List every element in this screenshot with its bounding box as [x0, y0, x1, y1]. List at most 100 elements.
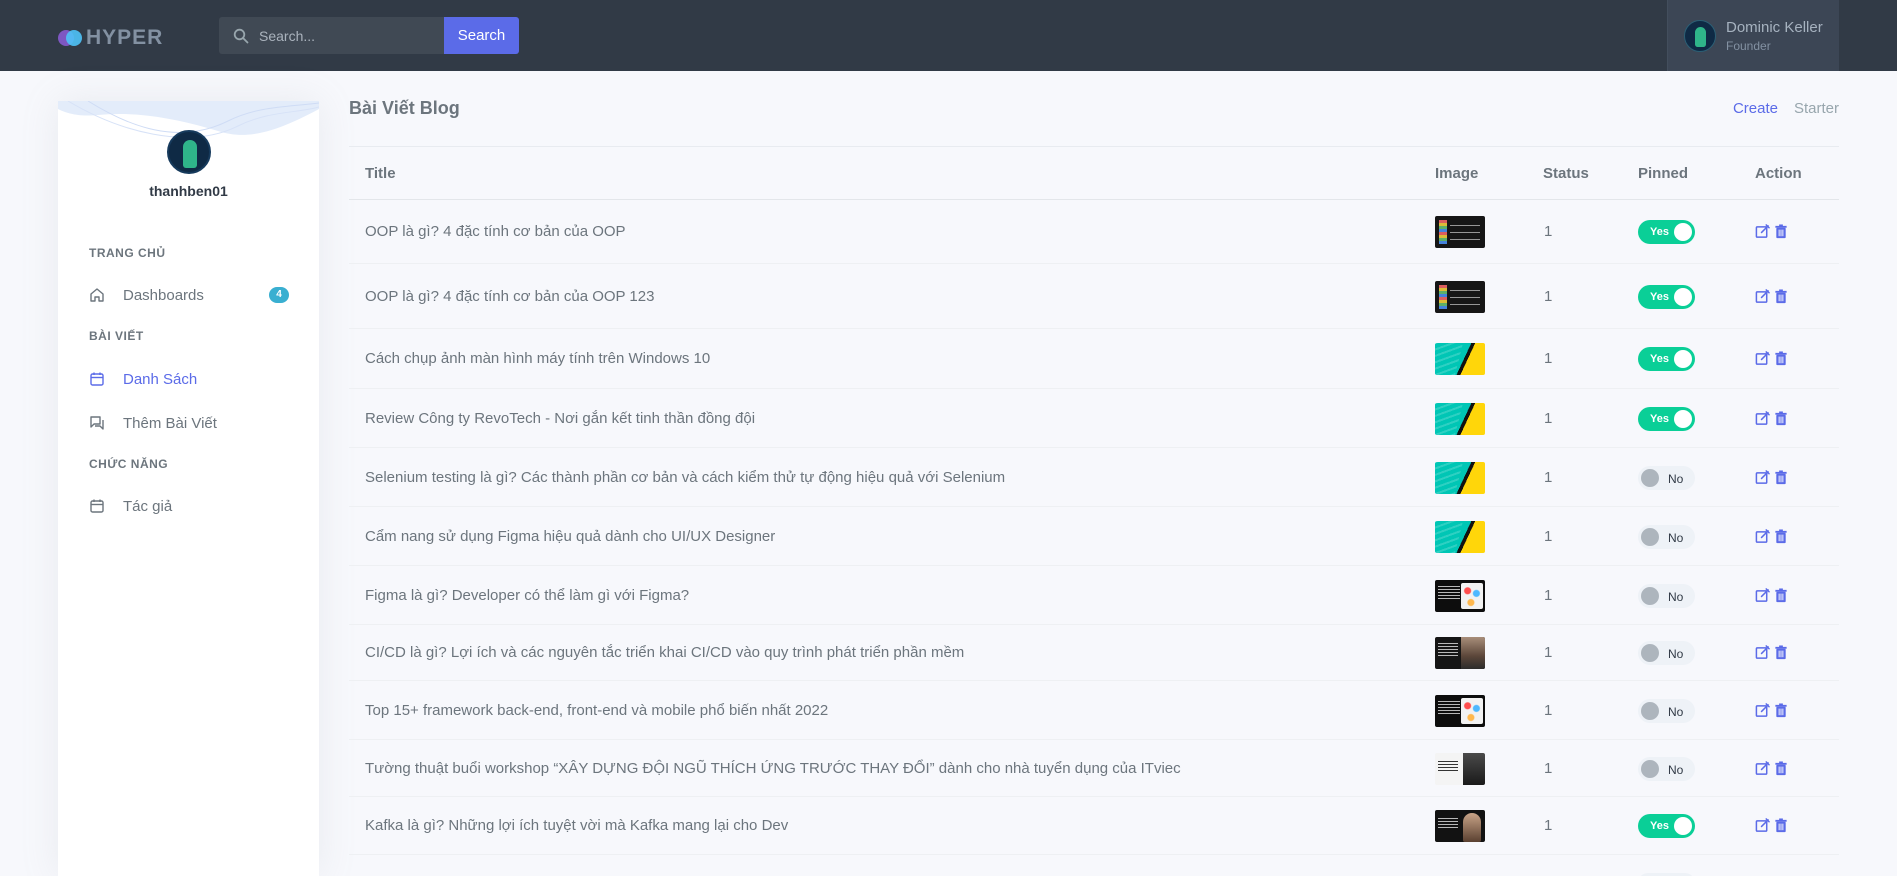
post-title[interactable]: Tường thuật buổi workshop “XÂY DỰNG ĐỘI …	[365, 760, 1181, 777]
row-actions	[1755, 224, 1788, 244]
table-row: OOP là gì? 4 đặc tính cơ bản của OOP 123…	[349, 264, 1839, 329]
pinned-toggle[interactable]: No	[1638, 757, 1695, 781]
row-actions	[1755, 645, 1788, 665]
post-status: 1	[1544, 469, 1553, 486]
edit-icon[interactable]	[1755, 645, 1770, 665]
post-title[interactable]: Top 15+ framework back-end, front-end và…	[365, 702, 828, 719]
calendar-icon	[90, 372, 104, 386]
edit-icon[interactable]	[1755, 818, 1770, 838]
post-title[interactable]: Cẩm nang sử dụng Figma hiệu quả dành cho…	[365, 528, 775, 545]
toggle-knob	[1674, 817, 1692, 835]
sidebar-item-label: Tác giả	[123, 497, 173, 515]
trash-icon[interactable]	[1774, 411, 1788, 431]
post-title[interactable]: Cách chụp ảnh màn hình máy tính trên Win…	[365, 350, 710, 367]
row-actions	[1755, 818, 1788, 838]
post-thumbnail	[1435, 403, 1485, 435]
trash-icon[interactable]	[1774, 470, 1788, 490]
sidebar-item-dashboards[interactable]: Dashboards 4	[89, 284, 294, 306]
post-thumbnail	[1435, 637, 1485, 669]
table-row: Kafka là gì? Những lợi ích tuyệt vời mà …	[349, 797, 1839, 855]
post-title[interactable]: Kafka là gì? Những lợi ích tuyệt vời mà …	[365, 817, 788, 834]
post-thumbnail	[1435, 753, 1485, 785]
toggle-knob	[1674, 350, 1692, 368]
edit-icon[interactable]	[1755, 470, 1770, 490]
trash-icon[interactable]	[1774, 761, 1788, 781]
pinned-toggle[interactable]: No	[1638, 584, 1695, 608]
trash-icon[interactable]	[1774, 588, 1788, 608]
sidebar-item-tac-gia[interactable]: Tác giả	[89, 495, 294, 517]
pinned-toggle[interactable]: No	[1638, 699, 1695, 723]
toggle-label: No	[1668, 763, 1684, 777]
sidebar-item-label: Thêm Bài Viết	[123, 414, 217, 432]
trash-icon[interactable]	[1774, 289, 1788, 309]
user-menu[interactable]: Dominic Keller Founder	[1667, 0, 1839, 71]
sidebar-item-them-bai-viet[interactable]: Thêm Bài Viết	[89, 412, 294, 434]
toggle-label: Yes	[1650, 226, 1669, 238]
page-title: Bài Viết Blog	[349, 98, 460, 118]
trash-icon[interactable]	[1774, 529, 1788, 549]
row-actions	[1755, 588, 1788, 608]
edit-icon[interactable]	[1755, 351, 1770, 371]
profile-avatar[interactable]	[167, 130, 211, 174]
breadcrumb-starter: Starter	[1793, 100, 1839, 117]
post-thumbnail	[1435, 281, 1485, 313]
row-actions	[1755, 289, 1788, 309]
pinned-toggle[interactable]: No	[1638, 641, 1695, 665]
search-field[interactable]	[219, 17, 444, 54]
row-actions	[1755, 761, 1788, 781]
topbar: HYPER Search Dominic Keller Founder	[0, 0, 1897, 71]
blog-table: Title Image Status Pinned Action OOP là …	[349, 146, 1839, 876]
table-row: Selenium testing là gì? Các thành phần c…	[349, 448, 1839, 507]
header-image: Image	[1435, 165, 1479, 182]
pinned-toggle[interactable]: No	[1638, 525, 1695, 549]
table-row: Review Công ty RevoTech - Nơi gắn kết ti…	[349, 389, 1839, 448]
edit-icon[interactable]	[1755, 761, 1770, 781]
post-title[interactable]: CI/CD là gì? Lợi ích và các nguyên tắc t…	[365, 644, 964, 661]
toggle-knob	[1641, 528, 1659, 546]
post-status: 1	[1544, 702, 1553, 719]
pinned-toggle[interactable]: No	[1638, 466, 1695, 490]
post-thumbnail	[1435, 216, 1485, 248]
trash-icon[interactable]	[1774, 351, 1788, 371]
trash-icon[interactable]	[1774, 645, 1788, 665]
toggle-knob	[1641, 760, 1659, 778]
edit-icon[interactable]	[1755, 529, 1770, 549]
left-sidebar: thanhben01 TRANG CHỦ Dashboards 4 BÀI VI…	[58, 101, 319, 876]
post-title[interactable]: Figma là gì? Developer có thể làm gì với…	[365, 587, 689, 604]
toggle-knob	[1641, 469, 1659, 487]
trash-icon[interactable]	[1774, 703, 1788, 723]
trash-icon[interactable]	[1774, 818, 1788, 838]
sidebar-item-danh-sach[interactable]: Danh Sách	[89, 368, 294, 390]
post-title[interactable]: OOP là gì? 4 đặc tính cơ bản của OOP 123	[365, 288, 654, 305]
menu-title-chuc-nang: CHỨC NĂNG	[89, 457, 169, 471]
post-thumbnail	[1435, 343, 1485, 375]
logo-icon	[58, 30, 82, 46]
search-button[interactable]: Search	[444, 17, 519, 54]
search-input[interactable]	[259, 27, 429, 44]
post-status: 1	[1544, 644, 1553, 661]
pinned-toggle[interactable]: Yes	[1638, 347, 1695, 371]
pinned-toggle[interactable]: Yes	[1638, 814, 1695, 838]
user-avatar	[1684, 19, 1716, 52]
trash-icon[interactable]	[1774, 224, 1788, 244]
post-title[interactable]: Review Công ty RevoTech - Nơi gắn kết ti…	[365, 410, 755, 427]
edit-icon[interactable]	[1755, 411, 1770, 431]
pinned-toggle[interactable]: Yes	[1638, 407, 1695, 431]
edit-icon[interactable]	[1755, 703, 1770, 723]
edit-icon[interactable]	[1755, 224, 1770, 244]
logo[interactable]: HYPER	[58, 26, 163, 50]
table-row: CI/CD là gì? Lợi ích và các nguyên tắc t…	[349, 625, 1839, 681]
post-title[interactable]: OOP là gì? 4 đặc tính cơ bản của OOP	[365, 223, 626, 240]
breadcrumb-create-link[interactable]: Create	[1733, 100, 1778, 117]
post-title[interactable]: Selenium testing là gì? Các thành phần c…	[365, 469, 1005, 486]
pinned-toggle[interactable]: Yes	[1638, 220, 1695, 244]
edit-icon[interactable]	[1755, 289, 1770, 309]
post-status: 1	[1544, 760, 1553, 777]
menu-title-trang-chu: TRANG CHỦ	[89, 246, 166, 260]
post-status: 1	[1544, 528, 1553, 545]
toggle-knob	[1674, 288, 1692, 306]
edit-icon[interactable]	[1755, 588, 1770, 608]
pinned-toggle[interactable]: Yes	[1638, 285, 1695, 309]
table-body: OOP là gì? 4 đặc tính cơ bản của OOP 1 Yes…	[349, 200, 1839, 855]
toggle-label: Yes	[1650, 413, 1669, 425]
